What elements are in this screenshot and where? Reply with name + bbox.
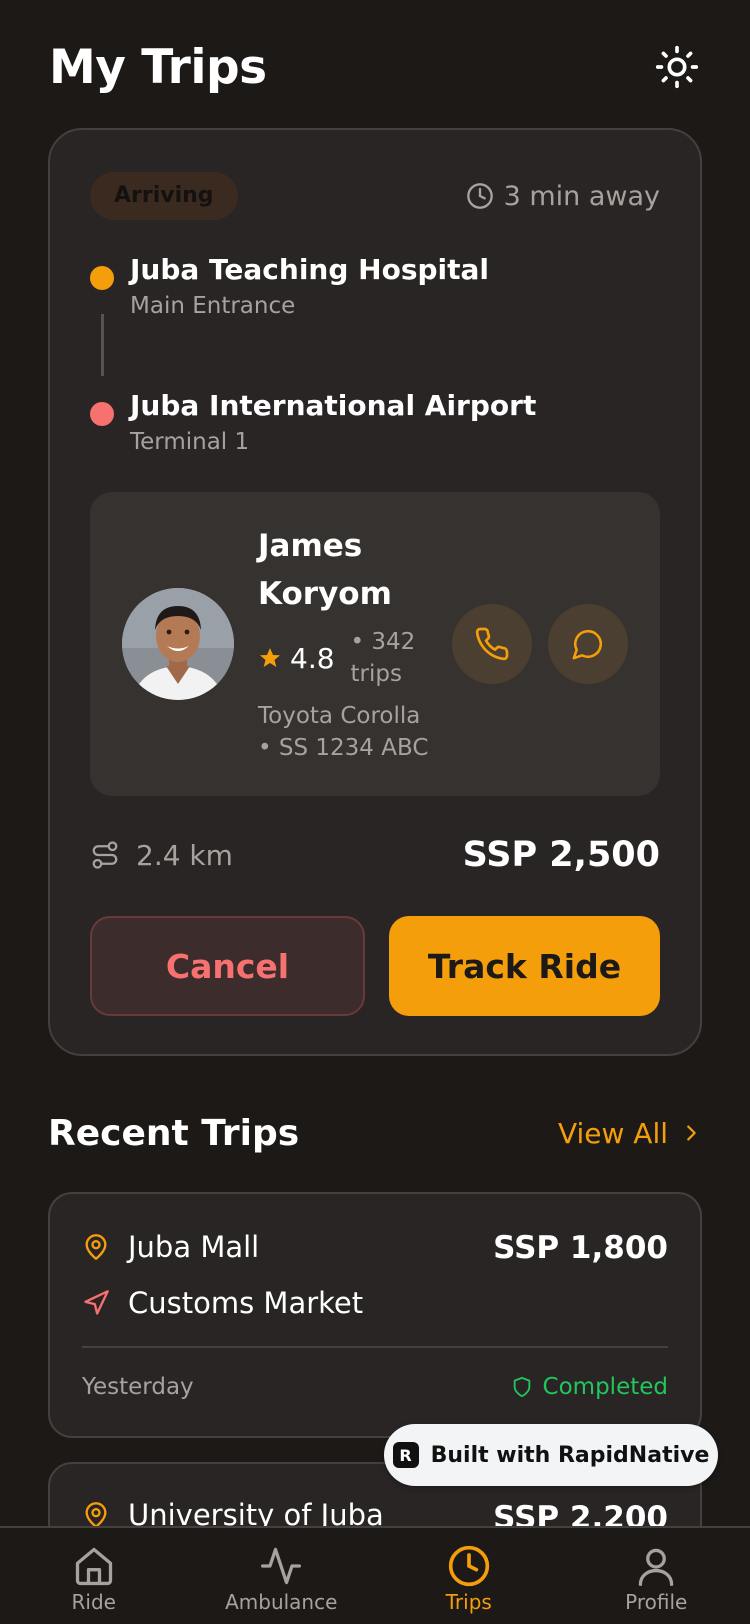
dropoff-name: Juba International Airport (130, 389, 537, 422)
page-title: My Trips (49, 39, 267, 95)
built-with-label: Built with RapidNative (430, 1442, 710, 1468)
trip-meta-row: 2.4 km SSP 2,500 (90, 830, 660, 880)
recent-trips-header: Recent Trips View All (48, 1108, 702, 1158)
message-icon (572, 629, 603, 660)
divider (82, 1346, 668, 1348)
track-ride-button[interactable]: Track Ride (389, 916, 660, 1016)
navigation-icon (84, 1290, 109, 1315)
shield-icon (513, 1376, 530, 1398)
pickup-stop: Juba Teaching Hospital Main Entrance (90, 250, 660, 322)
pickup-name: Juba Teaching Hospital (130, 253, 490, 286)
map-pin-icon (85, 1234, 107, 1261)
rating-row: 4.8 • 342 trips (258, 626, 438, 690)
tab-ride-label: Ride (71, 1590, 116, 1614)
built-with-badge[interactable]: R Built with RapidNative (384, 1424, 718, 1486)
eta: 3 min away (466, 181, 660, 212)
view-all-link[interactable]: View All (558, 1117, 702, 1150)
pickup-dot (90, 266, 114, 290)
eta-text: 3 min away (503, 180, 660, 212)
tab-trips[interactable]: Trips (375, 1528, 563, 1624)
driver-avatar (122, 588, 234, 700)
dropoff-stop: Juba International Airport Terminal 1 (90, 386, 660, 458)
trip-destination: Customs Market (82, 1286, 363, 1320)
cancel-button[interactable]: Cancel (90, 916, 365, 1016)
driver-name: James Koryom (258, 528, 392, 612)
status-row: Arriving 3 min away (90, 172, 660, 220)
phone-icon (475, 627, 509, 661)
tab-ride[interactable]: Ride (0, 1528, 188, 1624)
trip-actions: Cancel Track Ride (90, 916, 660, 1016)
user-icon (639, 1548, 674, 1586)
clock-icon (448, 1545, 489, 1587)
map-pin-icon (85, 1502, 107, 1529)
active-trip-card: Arriving 3 min away Juba Teaching Hospit… (48, 128, 702, 1056)
recent-trips-title: Recent Trips (48, 1112, 300, 1154)
route-icon (92, 841, 118, 869)
trip-origin-name: Juba Mall (128, 1230, 260, 1264)
recent-trip-fare: SSP 1,800 (493, 1230, 668, 1266)
driver-card: James Koryom 4.8 • 342 trips Toyota Coro… (90, 492, 660, 796)
distance-text: 2.4 km (136, 838, 233, 872)
tab-profile[interactable]: Profile (563, 1528, 750, 1624)
route-connector (101, 314, 104, 376)
message-driver-button[interactable] (548, 604, 628, 684)
vehicle-info: Toyota Corolla • SS 1234 ABC (258, 703, 429, 761)
view-all-label: View All (557, 1116, 668, 1150)
tab-profile-label: Profile (625, 1590, 688, 1614)
sun-icon (655, 45, 699, 89)
dropoff-dot (90, 402, 114, 426)
chevron-right-icon (687, 1125, 696, 1141)
home-icon (75, 1547, 112, 1586)
rating-value: 4.8 (290, 641, 335, 675)
tab-trips-label: Trips (445, 1590, 492, 1614)
recent-trip-card[interactable]: Juba Mall Customs Market SSP 1,800 Yeste… (48, 1192, 702, 1438)
call-driver-button[interactable] (452, 604, 532, 684)
tab-bar: Ride Ambulance Trips Profile (0, 1526, 750, 1624)
activity-icon (261, 1547, 302, 1585)
trip-fare: SSP 2,500 (462, 835, 660, 875)
pickup-detail: Main Entrance (130, 293, 296, 319)
driver-trip-count: • 342 trips (350, 629, 416, 687)
driver-info: James Koryom 4.8 • 342 trips Toyota Coro… (258, 522, 438, 764)
trip-origin: Juba Mall (82, 1230, 259, 1264)
header: My Trips (49, 32, 701, 102)
recent-trip-status-label: Completed (542, 1374, 668, 1400)
tab-ambulance-label: Ambulance (225, 1590, 338, 1614)
driver-rating: 4.8 (258, 642, 335, 675)
dropoff-detail: Terminal 1 (130, 429, 250, 455)
theme-toggle-button[interactable] (653, 43, 701, 91)
rapidnative-logo-icon: R (392, 1442, 419, 1468)
recent-trip-date: Yesterday (82, 1374, 194, 1400)
clock-icon (466, 183, 493, 209)
status-badge: Arriving (90, 172, 238, 220)
star-icon (260, 648, 280, 667)
tab-ambulance[interactable]: Ambulance (188, 1528, 376, 1624)
route: Juba Teaching Hospital Main Entrance Jub… (90, 250, 660, 458)
trip-destination-name: Customs Market (128, 1286, 364, 1320)
recent-trip-status: Completed (511, 1374, 668, 1400)
distance: 2.4 km (90, 839, 233, 872)
